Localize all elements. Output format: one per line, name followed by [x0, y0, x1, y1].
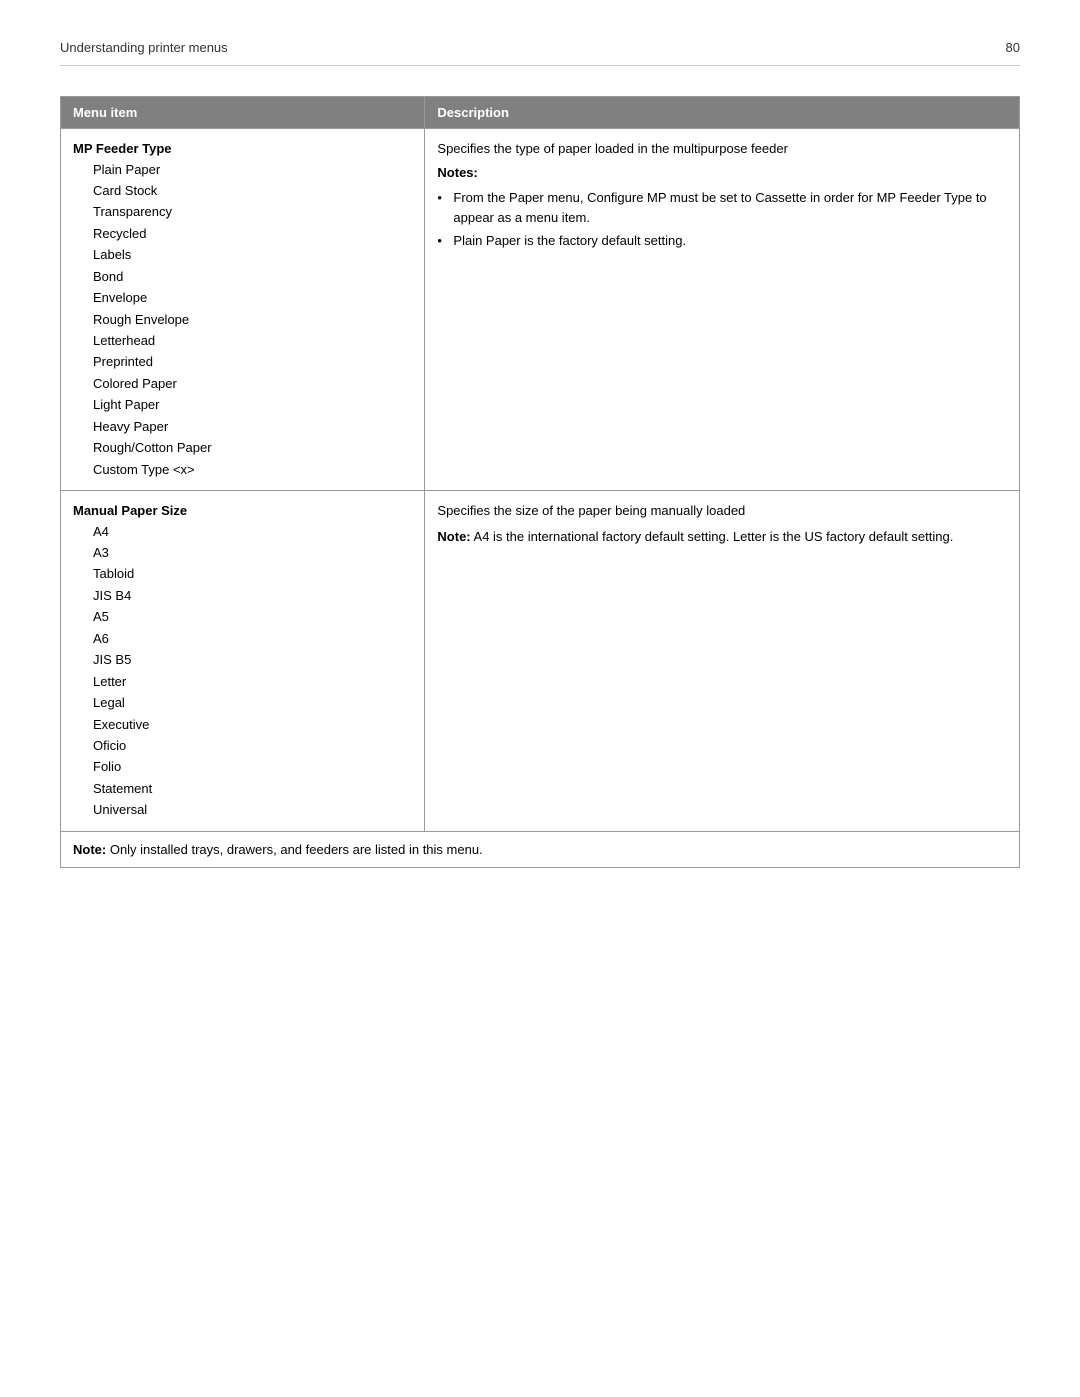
list-item: Executive — [93, 714, 412, 735]
list-item: Recycled — [93, 223, 412, 244]
list-item: From the Paper menu, Configure MP must b… — [437, 188, 1007, 227]
list-item: Bond — [93, 266, 412, 287]
description-cell-manual-paper: Specifies the size of the paper being ma… — [425, 491, 1020, 832]
list-item: Preprinted — [93, 351, 412, 372]
list-item: Envelope — [93, 287, 412, 308]
description-note-inline: Note: A4 is the international factory de… — [437, 527, 1007, 547]
table-row: Manual Paper Size A4 A3 Tabloid JIS B4 A… — [61, 491, 1020, 832]
list-item: Oficio — [93, 735, 412, 756]
notes-label: Notes: — [437, 163, 1007, 183]
list-item: A4 — [93, 521, 412, 542]
list-item: JIS B5 — [93, 649, 412, 670]
list-item: Plain Paper — [93, 159, 412, 180]
list-item: Card Stock — [93, 180, 412, 201]
page-header: Understanding printer menus 80 — [60, 40, 1020, 66]
list-item: Custom Type <x> — [93, 459, 412, 480]
menu-sub-items-mp-feeder: Plain Paper Card Stock Transparency Recy… — [73, 159, 412, 481]
list-item: Transparency — [93, 201, 412, 222]
main-table: Menu item Description MP Feeder Type Pla… — [60, 96, 1020, 868]
menu-item-cell-manual-paper: Manual Paper Size A4 A3 Tabloid JIS B4 A… — [61, 491, 425, 832]
list-item: Legal — [93, 692, 412, 713]
note-text: A4 is the international factory default … — [471, 529, 954, 544]
page-title: Understanding printer menus — [60, 40, 228, 55]
list-item: Letterhead — [93, 330, 412, 351]
description-main-text: Specifies the size of the paper being ma… — [437, 501, 1007, 521]
col-header-description: Description — [425, 97, 1020, 129]
col-header-menu: Menu item — [61, 97, 425, 129]
table-header-row: Menu item Description — [61, 97, 1020, 129]
list-item: Statement — [93, 778, 412, 799]
menu-item-cell-mp-feeder: MP Feeder Type Plain Paper Card Stock Tr… — [61, 129, 425, 491]
list-item: Heavy Paper — [93, 416, 412, 437]
list-item: Light Paper — [93, 394, 412, 415]
list-item: Plain Paper is the factory default setti… — [437, 231, 1007, 251]
list-item: Rough/Cotton Paper — [93, 437, 412, 458]
list-item: Universal — [93, 799, 412, 820]
description-cell-mp-feeder: Specifies the type of paper loaded in th… — [425, 129, 1020, 491]
list-item: A6 — [93, 628, 412, 649]
list-item: Labels — [93, 244, 412, 265]
footer-note-text: Only installed trays, drawers, and feede… — [106, 842, 482, 857]
list-item: Letter — [93, 671, 412, 692]
note-label: Note: — [437, 529, 470, 544]
footer-note-cell: Note: Only installed trays, drawers, and… — [61, 831, 1020, 868]
description-main-text: Specifies the type of paper loaded in th… — [437, 139, 1007, 159]
menu-item-label-manual-paper: Manual Paper Size — [73, 501, 412, 521]
list-item: A3 — [93, 542, 412, 563]
page-number: 80 — [1006, 40, 1020, 55]
list-item: A5 — [93, 606, 412, 627]
footer-note-bold: Note: — [73, 842, 106, 857]
menu-sub-items-manual-paper: A4 A3 Tabloid JIS B4 A5 A6 JIS B5 Letter… — [73, 521, 412, 821]
table-row: MP Feeder Type Plain Paper Card Stock Tr… — [61, 129, 1020, 491]
list-item: Tabloid — [93, 563, 412, 584]
notes-bullets-mp-feeder: From the Paper menu, Configure MP must b… — [437, 188, 1007, 251]
list-item: Rough Envelope — [93, 309, 412, 330]
list-item: JIS B4 — [93, 585, 412, 606]
list-item: Colored Paper — [93, 373, 412, 394]
menu-item-label-mp-feeder: MP Feeder Type — [73, 139, 412, 159]
list-item: Folio — [93, 756, 412, 777]
footer-note-row: Note: Only installed trays, drawers, and… — [61, 831, 1020, 868]
